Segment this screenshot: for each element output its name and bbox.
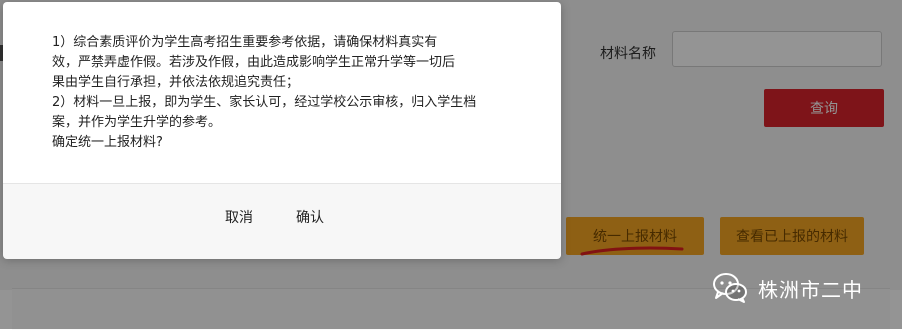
dialog-line: 2）材料一旦上报，即为学生、家长认可，经过学校公示审核，归入学生档 [52, 95, 477, 110]
watermark: 株洲市二中 [712, 270, 863, 306]
cancel-button[interactable]: 取消 [225, 207, 253, 227]
confirm-button[interactable]: 确认 [296, 207, 324, 227]
dialog-message: 1）综合素质评价为学生高考招生重要参考依据，请确保材料真实有 效，严禁弄虚作假。… [52, 33, 522, 153]
dialog-footer [3, 183, 561, 259]
dialog-line: 果由学生自行承担，并依法依规追究责任； [52, 75, 300, 90]
dialog-line: 效，严禁弄虚作假。若涉及作假，由此造成影响学生正常升学等一切后 [52, 55, 456, 70]
dialog-line: 确定统一上报材料? [52, 135, 163, 150]
dialog-line: 1）综合素质评价为学生高考招生重要参考依据，请确保材料真实有 [52, 35, 438, 50]
dialog-line: 案，并作为学生升学的参考。 [52, 115, 222, 130]
confirm-dialog: 1）综合素质评价为学生高考招生重要参考依据，请确保材料真实有 效，严禁弄虚作假。… [3, 2, 561, 259]
watermark-text: 株洲市二中 [758, 277, 863, 302]
wechat-icon [713, 273, 747, 303]
